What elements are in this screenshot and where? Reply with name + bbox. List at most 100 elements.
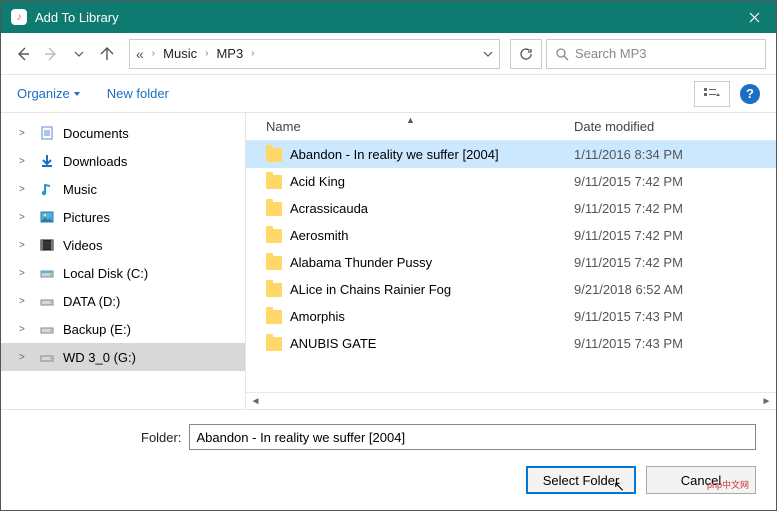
tree-item[interactable]: > WD 3_0 (G:) — [1, 343, 245, 371]
file-list-pane: ▲ Name Date modified Abandon - In realit… — [246, 113, 776, 409]
chevron-right-icon: › — [251, 48, 254, 59]
expand-icon[interactable]: > — [19, 240, 25, 251]
chevron-down-icon — [73, 90, 81, 98]
view-icon — [704, 88, 720, 100]
view-options-button[interactable] — [694, 81, 730, 107]
new-folder-button[interactable]: New folder — [107, 86, 169, 101]
file-name: Alabama Thunder Pussy — [290, 255, 432, 270]
tree-item[interactable]: > DATA (D:) — [1, 287, 245, 315]
expand-icon[interactable]: > — [19, 296, 25, 307]
column-header-name[interactable]: ▲ Name — [246, 119, 566, 134]
breadcrumb-root-icon: « — [136, 46, 144, 62]
folder-icon — [266, 310, 282, 324]
file-name: ALice in Chains Rainier Fog — [290, 282, 451, 297]
back-button[interactable] — [11, 42, 35, 66]
tree-item-label: Backup (E:) — [63, 322, 131, 337]
tree-item[interactable]: > Pictures — [1, 203, 245, 231]
folder-icon — [266, 202, 282, 216]
pic-icon — [39, 209, 55, 225]
tree-item[interactable]: > Downloads — [1, 147, 245, 175]
refresh-button[interactable] — [510, 39, 542, 69]
scroll-left-icon[interactable]: ◄ — [248, 394, 263, 409]
titlebar: ♪ Add To Library — [1, 1, 776, 33]
expand-icon[interactable]: > — [19, 184, 25, 195]
dialog-window: ♪ Add To Library « › Music › MP3 › Organ… — [0, 0, 777, 511]
navigation-tree[interactable]: >Documents>Downloads>Music>Pictures>Vide… — [1, 113, 246, 409]
select-folder-button[interactable]: Select Folder ↖ — [526, 466, 636, 494]
folder-icon — [266, 148, 282, 162]
organize-button[interactable]: Organize — [17, 86, 81, 101]
chevron-down-icon[interactable] — [483, 49, 493, 59]
drive-icon — [39, 349, 55, 365]
search-box[interactable] — [546, 39, 766, 69]
down-icon — [39, 153, 55, 169]
tree-item-label: DATA (D:) — [63, 294, 120, 309]
expand-icon[interactable]: > — [19, 352, 25, 363]
help-icon: ? — [746, 86, 754, 101]
breadcrumb-item[interactable]: Music — [163, 46, 197, 61]
folder-icon — [266, 175, 282, 189]
file-name: Amorphis — [290, 309, 345, 324]
cancel-button[interactable]: Cancel php中文网 — [646, 466, 756, 494]
file-row[interactable]: ANUBIS GATE9/11/2015 7:43 PM — [246, 330, 776, 357]
tree-item[interactable]: >Local Disk (C:) — [1, 259, 245, 287]
file-row[interactable]: Acrassicauda9/11/2015 7:42 PM — [246, 195, 776, 222]
file-row[interactable]: Abandon - In reality we suffer [2004]1/1… — [246, 141, 776, 168]
close-button[interactable] — [732, 1, 776, 33]
refresh-icon — [519, 47, 533, 61]
file-name: Acrassicauda — [290, 201, 368, 216]
tree-item[interactable]: >Videos — [1, 231, 245, 259]
tree-item-label: Pictures — [63, 210, 110, 225]
file-date: 9/11/2015 7:43 PM — [566, 336, 776, 351]
column-header-date[interactable]: Date modified — [566, 119, 776, 134]
tree-item[interactable]: >Music — [1, 175, 245, 203]
expand-icon[interactable]: > — [19, 268, 25, 279]
doc-icon — [39, 125, 55, 141]
file-row[interactable]: Acid King9/11/2015 7:42 PM — [246, 168, 776, 195]
sort-indicator-icon: ▲ — [406, 115, 415, 125]
file-row[interactable]: Aerosmith9/11/2015 7:42 PM — [246, 222, 776, 249]
breadcrumb-item[interactable]: MP3 — [216, 46, 243, 61]
expand-icon[interactable]: > — [19, 128, 25, 139]
file-date: 9/11/2015 7:42 PM — [566, 255, 776, 270]
recent-dropdown[interactable] — [67, 42, 91, 66]
tree-item-label: WD 3_0 (G:) — [63, 350, 136, 365]
expand-icon[interactable]: > — [19, 212, 25, 223]
forward-button[interactable] — [39, 42, 63, 66]
tree-item-label: Documents — [63, 126, 129, 141]
file-row[interactable]: Alabama Thunder Pussy 9/11/2015 7:42 PM — [246, 249, 776, 276]
folder-input[interactable] — [189, 424, 756, 450]
tree-item[interactable]: > Documents — [1, 119, 245, 147]
file-row[interactable]: Amorphis9/11/2015 7:43 PM — [246, 303, 776, 330]
chevron-right-icon: › — [152, 48, 155, 59]
window-title: Add To Library — [35, 10, 732, 25]
help-button[interactable]: ? — [740, 84, 760, 104]
file-list[interactable]: Abandon - In reality we suffer [2004]1/1… — [246, 141, 776, 392]
list-header: ▲ Name Date modified — [246, 113, 776, 141]
file-date: 9/21/2018 6:52 AM — [566, 282, 776, 297]
file-name: Aerosmith — [290, 228, 349, 243]
disk-icon — [39, 265, 55, 281]
music-icon — [39, 181, 55, 197]
body: >Documents>Downloads>Music>Pictures>Vide… — [1, 113, 776, 409]
folder-icon — [266, 229, 282, 243]
tree-item-label: Downloads — [63, 154, 127, 169]
horizontal-scrollbar[interactable]: ◄ ► — [246, 392, 776, 409]
folder-icon — [266, 256, 282, 270]
scroll-right-icon[interactable]: ► — [759, 394, 774, 409]
tree-item[interactable]: > Backup (E:) — [1, 315, 245, 343]
drive-icon — [39, 321, 55, 337]
expand-icon[interactable]: > — [19, 156, 25, 167]
address-bar[interactable]: « › Music › MP3 › — [129, 39, 500, 69]
vid-icon — [39, 237, 55, 253]
folder-icon — [266, 337, 282, 351]
expand-icon[interactable]: > — [19, 324, 25, 335]
button-row: Select Folder ↖ Cancel php中文网 — [21, 466, 756, 494]
close-icon — [749, 12, 760, 23]
arrow-right-icon — [43, 46, 59, 62]
up-button[interactable] — [95, 42, 119, 66]
file-date: 1/11/2016 8:34 PM — [566, 147, 776, 162]
search-input[interactable] — [575, 46, 757, 61]
file-row[interactable]: ALice in Chains Rainier Fog 9/21/2018 6:5… — [246, 276, 776, 303]
chevron-right-icon: › — [205, 48, 208, 59]
